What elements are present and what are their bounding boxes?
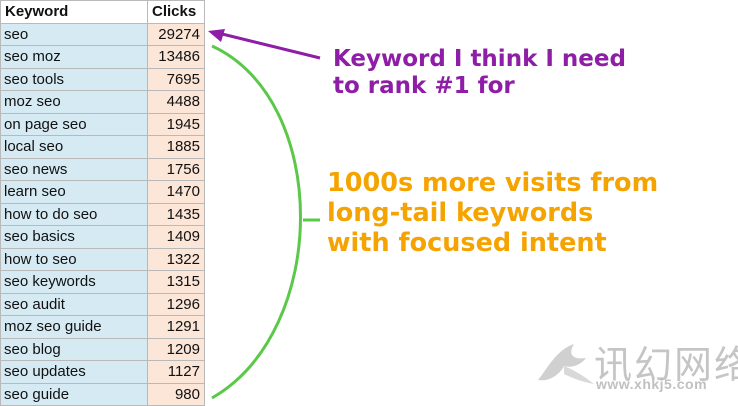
purple-arrow-head — [208, 29, 225, 42]
annotation-line: with focused intent — [327, 228, 607, 259]
watermark-logo-icon — [538, 344, 594, 384]
annotation-line: Keyword I think I need — [333, 46, 626, 72]
green-bracket — [211, 44, 302, 400]
annotation-line: 1000s more visits from — [327, 168, 659, 198]
watermark-url: www.xhkj5.com — [596, 376, 708, 392]
annotation-line: long-tail keywords — [327, 198, 594, 229]
purple-arrow — [213, 30, 321, 60]
head-keyword-annotation: Keyword I think I need to rank #1 for — [333, 46, 626, 100]
long-tail-annotation: 1000s more visits from long-tail keyword… — [327, 168, 658, 258]
annotation-line: to rank #1 for — [333, 73, 515, 100]
